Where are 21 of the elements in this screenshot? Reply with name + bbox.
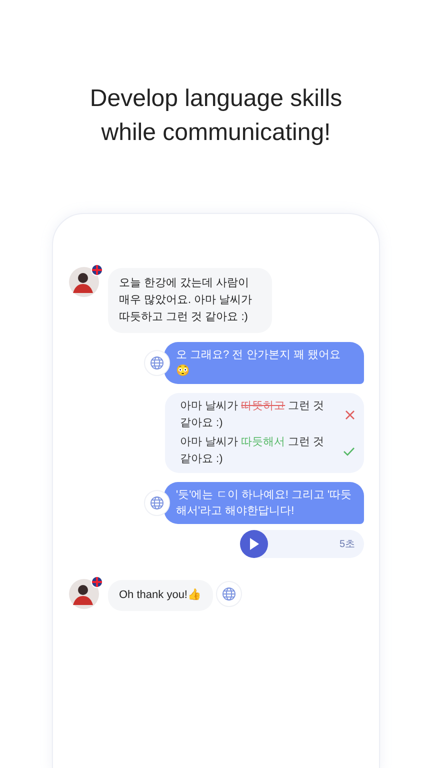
flag-icon [91,576,103,588]
message-bubble: 오 그래요? 전 안가본지 꽤 됐어요😳 [164,342,364,384]
duration-label: 5초 [339,538,355,552]
message-bubble: Oh thank you!👍 [108,580,212,611]
headline: while communicating! [101,118,331,148]
play-icon [249,538,259,550]
headline: Develop language skills [90,84,342,114]
avatar [69,267,99,297]
translate-button[interactable] [216,581,242,607]
correction-text: 아마 날씨가 따듯해서 그런 것 같아요 :) [180,435,326,467]
globe-icon [150,496,164,510]
message-bubble: '듯'에는 ㄷ이 하나예요! 그리고 '따듯해서'라고 해야한답니다! [164,482,364,524]
translate-button[interactable] [144,350,170,376]
translate-button[interactable] [144,490,170,516]
flag-icon [91,264,103,276]
globe-icon [150,356,164,370]
message-bubble: 오늘 한강에 갔는데 사람이 매우 많았어요. 아마 날씨가 따듯하고 그런 것 같아요 :) [108,268,272,333]
correction-text: 아마 날씨가 따뜻하고 그런 것 같아요 :) [180,399,326,431]
avatar [69,579,99,609]
play-button[interactable] [240,530,268,558]
globe-icon [222,587,236,601]
